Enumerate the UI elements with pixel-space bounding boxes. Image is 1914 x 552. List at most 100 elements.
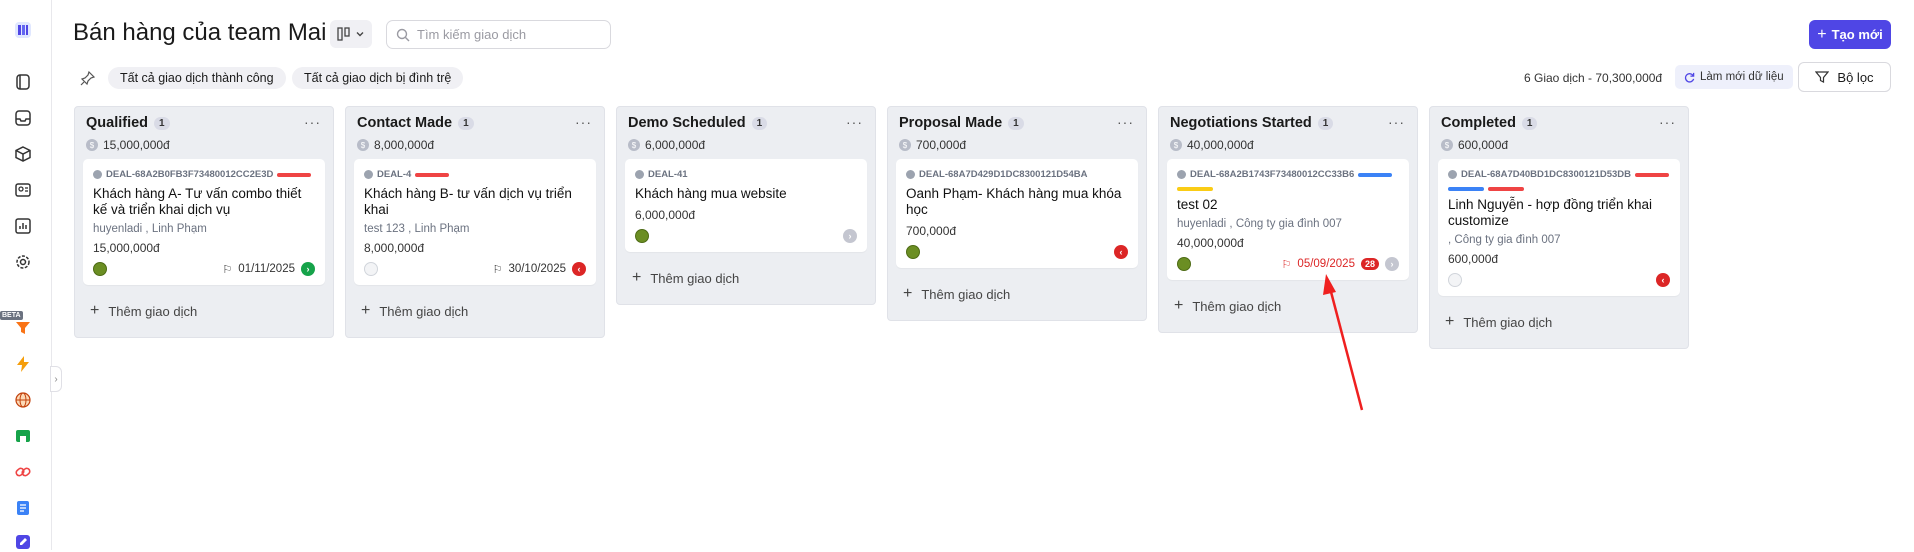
funnel-icon[interactable] [13, 318, 33, 338]
deal-amount: 15,000,000đ [93, 241, 160, 255]
avatar [1448, 273, 1462, 287]
column-title: Proposal Made 1 [899, 115, 1024, 131]
flag-icon: ⚐ [222, 263, 233, 276]
status-dot [1448, 170, 1457, 179]
column-amount: $700,000đ [899, 138, 966, 152]
inbox-icon[interactable] [13, 108, 33, 128]
coin-icon: $ [1441, 139, 1453, 151]
deal-card[interactable]: DEAL-68A2B0FB3F73480012CC2E3D Khách hàng… [83, 159, 325, 285]
deal-id: DEAL-4 [377, 169, 412, 180]
add-deal-button[interactable]: + Thêm giao dịch [617, 252, 875, 304]
next-stage-icon[interactable]: › [1385, 257, 1399, 271]
next-stage-icon[interactable]: › [301, 262, 315, 276]
search-icon [396, 28, 410, 42]
add-deal-button[interactable]: + Thêm giao dịch [75, 285, 333, 337]
column-amount: $600,000đ [1441, 138, 1508, 152]
column-more-icon[interactable]: ··· [1659, 114, 1676, 130]
pipeline-icon[interactable] [13, 20, 33, 40]
contact-card-icon[interactable] [13, 180, 33, 200]
column-amount: $8,000,000đ [357, 138, 434, 152]
deal-title: Linh Nguyễn - hợp đồng triển khai custom… [1448, 197, 1652, 228]
refresh-data-button[interactable]: Làm mới dữ liệu [1675, 65, 1793, 89]
deal-tag [1177, 187, 1213, 191]
filter-button[interactable]: Bộ lọc [1798, 62, 1891, 92]
deal-card[interactable]: DEAL-68A2B1743F73480012CC33B6 test 02 hu… [1167, 159, 1409, 280]
edit-icon[interactable] [13, 532, 33, 552]
globe-icon[interactable] [13, 390, 33, 410]
deal-card[interactable]: DEAL-68A7D40BD1DC8300121D53DB Linh Nguyễ… [1438, 159, 1680, 296]
deal-tag [415, 172, 450, 177]
link-icon[interactable] [13, 462, 33, 482]
pipeline-column-completed: Completed 1 ··· $600,000đ DEAL-68A7D40BD1… [1429, 106, 1689, 349]
avatar [906, 245, 920, 259]
deal-id: DEAL-41 [648, 169, 688, 180]
column-title: Contact Made 1 [357, 115, 474, 131]
deal-card[interactable]: DEAL-4 Khách hàng B- tư vấn dịch vụ triể… [354, 159, 596, 285]
plus-icon: + [1174, 297, 1184, 314]
document-icon[interactable] [13, 498, 33, 518]
chip-won-deals[interactable]: Tất cả giao dịch thành công [108, 67, 286, 89]
chip-stalled-deals[interactable]: Tất cả giao dịch bị đình trệ [292, 67, 464, 89]
filter-label: Bộ lọc [1837, 69, 1874, 85]
deal-amount: 700,000đ [906, 224, 957, 238]
column-more-icon[interactable]: ··· [846, 114, 863, 130]
gear-icon[interactable] [13, 252, 33, 272]
deal-tag [1635, 172, 1670, 177]
view-toggle-button[interactable] [330, 20, 372, 48]
deal-owners: huyenladi , Linh Phạm [93, 223, 207, 235]
column-count: 1 [458, 116, 474, 130]
plus-icon: + [1445, 313, 1455, 330]
refresh-icon [1684, 72, 1695, 83]
sidebar-collapse-handle[interactable]: › [50, 366, 62, 392]
deal-card[interactable]: DEAL-41 Khách hàng mua website 6,000,000… [625, 159, 867, 252]
column-more-icon[interactable]: ··· [1117, 114, 1134, 130]
status-dot [93, 170, 102, 179]
flag-icon: ⚐ [492, 263, 503, 276]
pin-icon[interactable] [80, 70, 96, 86]
book-icon[interactable] [13, 72, 33, 92]
column-more-icon[interactable]: ··· [304, 114, 321, 130]
next-stage-icon[interactable]: › [843, 229, 857, 243]
add-deal-button[interactable]: + Thêm giao dịch [888, 268, 1146, 320]
add-deal-button[interactable]: + Thêm giao dịch [1159, 280, 1417, 332]
chevron-down-icon [356, 32, 364, 37]
column-more-icon[interactable]: ··· [575, 114, 592, 130]
column-amount: $40,000,000đ [1170, 138, 1254, 152]
column-more-icon[interactable]: ··· [1388, 114, 1405, 130]
add-deal-button[interactable]: + Thêm giao dịch [1430, 296, 1688, 348]
deal-tag [1488, 187, 1524, 191]
add-deal-button[interactable]: + Thêm giao dịch [346, 285, 604, 337]
deal-amount: 40,000,000đ [1177, 236, 1244, 250]
deal-title: Khách hàng A- Tư vấn combo thiết kế và t… [93, 186, 302, 217]
new-deal-button[interactable]: + Tạo mới [1809, 20, 1891, 49]
box-icon[interactable] [13, 144, 33, 164]
deal-amount: 6,000,000đ [635, 208, 696, 222]
column-title: Completed 1 [1441, 115, 1538, 131]
chart-icon[interactable] [13, 216, 33, 236]
previous-stage-icon[interactable]: ‹ [572, 262, 586, 276]
column-count: 1 [1008, 116, 1024, 130]
deal-due-date: 05/09/2025 [1297, 258, 1355, 270]
deal-title: Oanh Phạm- Khách hàng mua khóa học [906, 186, 1122, 217]
filter-icon [1815, 71, 1830, 83]
previous-stage-icon[interactable]: ‹ [1114, 245, 1128, 259]
search-input[interactable]: Tìm kiếm giao dịch [386, 20, 611, 49]
lightning-icon[interactable] [13, 354, 33, 374]
coin-icon: $ [86, 139, 98, 151]
plus-icon: + [90, 302, 100, 319]
deal-card[interactable]: DEAL-68A7D429D1DC8300121D54BA Oanh Phạm-… [896, 159, 1138, 268]
previous-stage-icon[interactable]: ‹ [1656, 273, 1670, 287]
coin-icon: $ [357, 139, 369, 151]
deal-id: DEAL-68A7D40BD1DC8300121D53DB [1461, 169, 1632, 180]
column-title: Qualified 1 [86, 115, 170, 131]
pipeline-column-negotiations-started: Negotiations Started 1 ··· $40,000,000đ D… [1158, 106, 1418, 333]
column-title: Demo Scheduled 1 [628, 115, 768, 131]
store-icon[interactable] [13, 426, 33, 446]
coin-icon: $ [1170, 139, 1182, 151]
column-count: 1 [1521, 116, 1538, 130]
avatar [635, 229, 649, 243]
column-count: 1 [751, 116, 768, 130]
plus-icon: + [1817, 25, 1827, 43]
pipeline-column-proposal-made: Proposal Made 1 ··· $700,000đ DEAL-68A7D4… [887, 106, 1147, 321]
deal-tag [1358, 172, 1393, 177]
